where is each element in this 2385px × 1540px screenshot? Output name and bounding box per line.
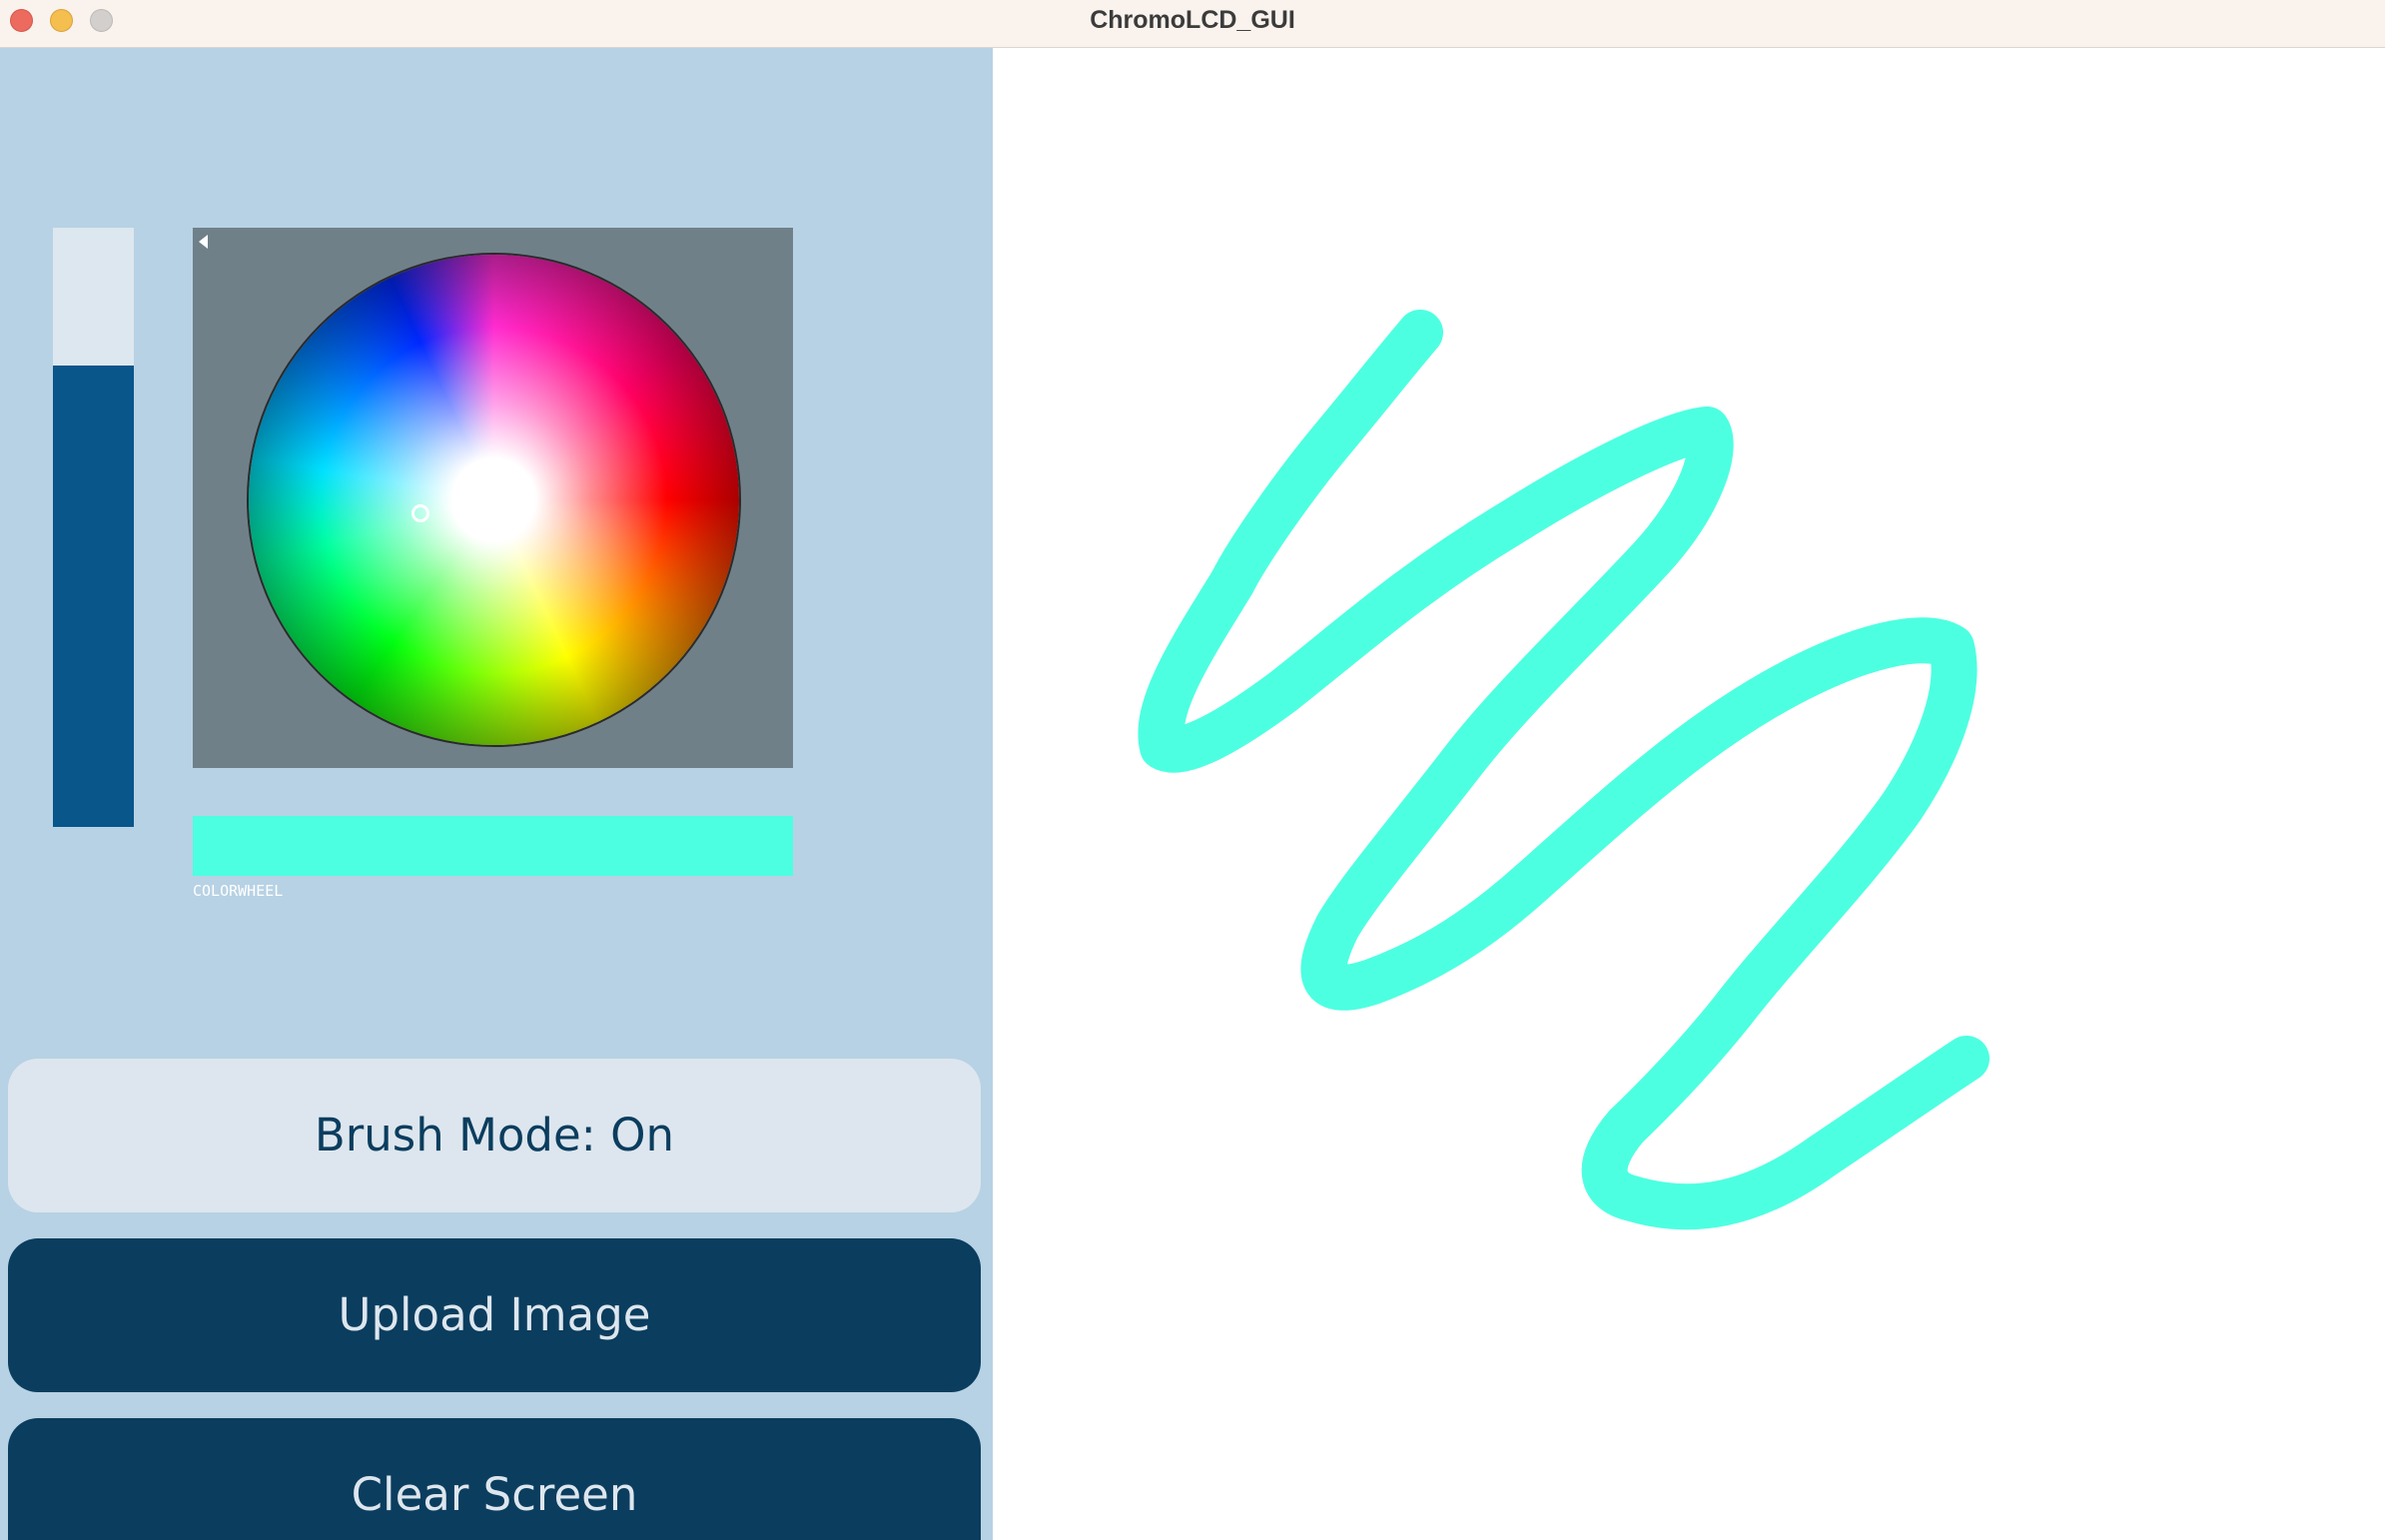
drawing-canvas[interactable] <box>993 48 2385 1540</box>
color-wheel-panel <box>193 228 793 876</box>
app-window: ChromoLCD_GUI COLORWHEEL Brush Mode: On … <box>0 0 2385 1540</box>
drawing-surface <box>1138 310 1989 1230</box>
collapse-arrow-icon[interactable] <box>199 235 208 249</box>
brush-mode-button[interactable]: Brush Mode: On <box>8 1059 981 1212</box>
brightness-slider-fill <box>53 366 134 827</box>
brightness-slider[interactable] <box>53 228 134 827</box>
color-wheel-dark-edge <box>249 255 739 745</box>
clear-screen-button[interactable]: Clear Screen <box>8 1418 981 1540</box>
upload-image-button[interactable]: Upload Image <box>8 1238 981 1392</box>
color-picker-cursor[interactable] <box>411 504 429 522</box>
control-panel: COLORWHEEL Brush Mode: On Upload Image C… <box>0 48 993 1540</box>
color-wheel[interactable] <box>249 255 739 745</box>
title-bar: ChromoLCD_GUI <box>0 0 2385 48</box>
selected-color-swatch <box>193 816 793 876</box>
window-title: ChromoLCD_GUI <box>1090 6 1295 34</box>
color-wheel-label: COLORWHEEL <box>193 882 284 900</box>
brush-stroke <box>1138 310 1989 1230</box>
